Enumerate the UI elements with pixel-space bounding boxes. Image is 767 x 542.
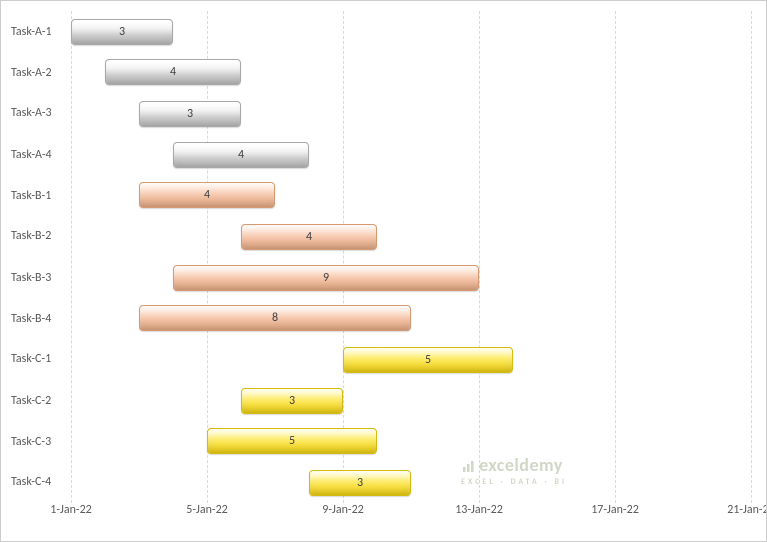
y-axis-tick-label: Task-B-1 [1,189,61,203]
gantt-bar: 4 [241,224,377,250]
y-axis-tick-label: Task-C-4 [1,475,61,489]
x-axis-labels: 1-Jan-22 5-Jan-22 9-Jan-22 13-Jan-22 17-… [71,503,751,531]
x-axis-tick-label: 13-Jan-22 [455,503,503,517]
y-axis-tick-label: Task-A-1 [1,25,61,39]
x-axis-tick-label: 5-Jan-22 [186,503,227,517]
x-axis-tick-label: 1-Jan-22 [50,503,91,517]
y-axis-tick-label: Task-A-4 [1,148,61,162]
gantt-chart: Task-A-1 Task-A-2 Task-A-3 Task-A-4 Task… [0,0,767,542]
bar-data-label: 4 [204,188,210,202]
gantt-bar: 9 [173,265,479,291]
bar-data-label: 8 [272,311,278,325]
bar-data-label: 9 [323,271,329,285]
x-axis-tick-label: 9-Jan-22 [322,503,363,517]
gantt-bar: 3 [139,101,241,127]
bar-data-label: 3 [357,476,363,490]
y-axis-tick-label: Task-C-2 [1,394,61,408]
bar-data-label: 4 [306,230,312,244]
y-axis-tick-label: Task-C-3 [1,435,61,449]
gantt-bar: 4 [139,182,275,208]
x-axis-tick-label: 17-Jan-22 [591,503,639,517]
gantt-bar: 8 [139,305,411,331]
y-axis-tick-label: Task-A-3 [1,106,61,120]
y-axis-tick-label: Task-B-3 [1,271,61,285]
bar-data-label: 3 [289,394,295,408]
bar-data-label: 5 [425,353,431,367]
bar-data-label: 4 [238,148,244,162]
gantt-bar: 5 [207,428,377,454]
x-axis-tick-label: 21-Jan-22 [727,503,767,517]
y-axis-tick-label: Task-B-2 [1,229,61,243]
y-axis-tick-label: Task-C-1 [1,352,61,366]
y-axis-labels: Task-A-1 Task-A-2 Task-A-3 Task-A-4 Task… [1,11,67,503]
y-axis-tick-label: Task-A-2 [1,66,61,80]
plot-area: 3 4 3 4 4 4 9 8 5 3 5 3 [71,11,751,503]
y-axis-tick-label: Task-B-4 [1,312,61,326]
gantt-bar: 3 [71,19,173,45]
gantt-bar: 5 [343,347,513,373]
gantt-bar: 3 [241,388,343,414]
bar-data-label: 5 [289,434,295,448]
bar-data-label: 4 [170,65,176,79]
bar-data-label: 3 [187,107,193,121]
gantt-bar: 4 [173,142,309,168]
gantt-bar: 4 [105,59,241,85]
bar-data-label: 3 [119,25,125,39]
gridline [751,11,752,503]
gantt-bar: 3 [309,470,411,496]
